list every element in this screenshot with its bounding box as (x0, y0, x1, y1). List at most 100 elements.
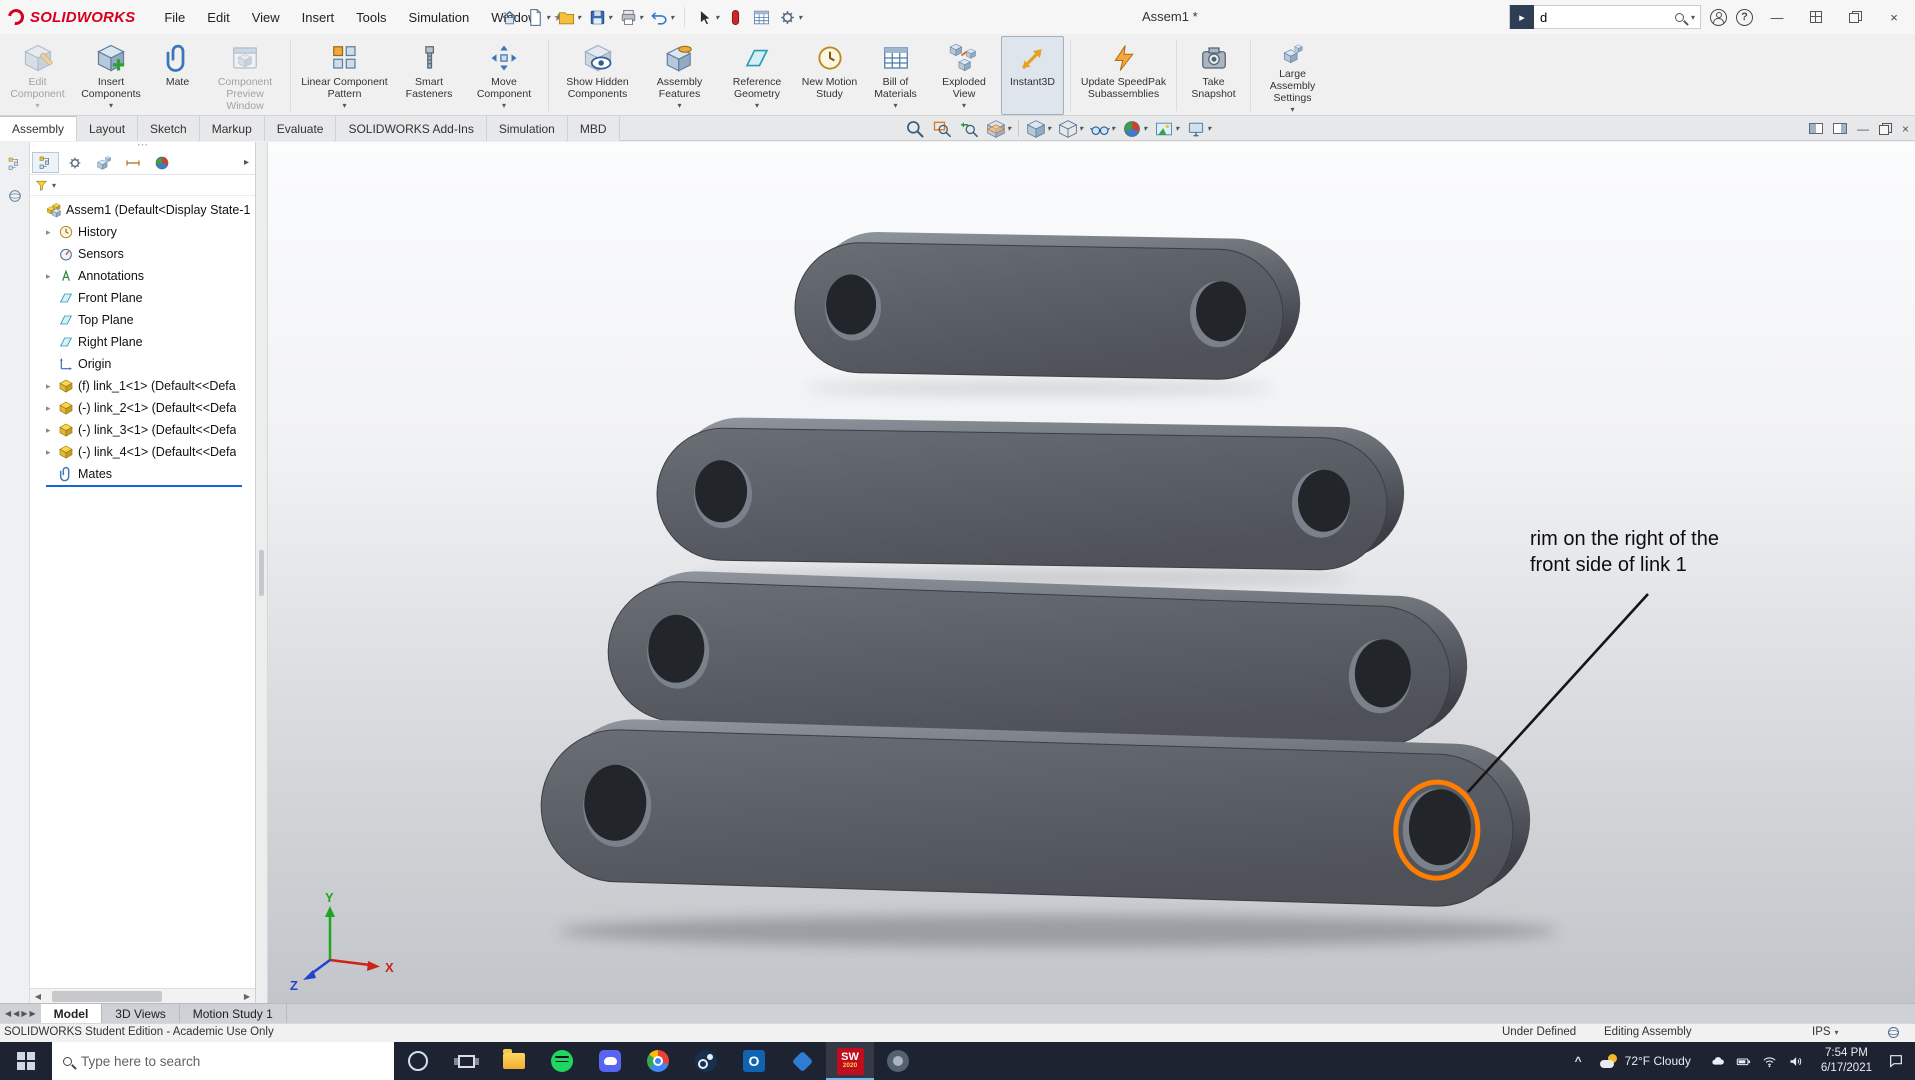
taskbar-spotify-button[interactable] (538, 1042, 586, 1080)
left-rail-display-icon[interactable] (7, 188, 23, 204)
tree-item-assem1[interactable]: Assem1 (Default<Display State-1 (30, 199, 255, 221)
taskbar-chrome-button[interactable] (634, 1042, 682, 1080)
dropdown-caret-icon[interactable]: ▾ (109, 101, 113, 110)
link-4-part[interactable] (794, 231, 1301, 381)
tree-item-link1[interactable]: ▸(f) link_1<1> (Default<<Defa (30, 375, 255, 397)
dropdown-caret-icon[interactable]: ▾ (35, 101, 39, 110)
ribbon-linear-component-pattern[interactable]: Linear Component Pattern▾ (297, 36, 392, 115)
scrollbar-track[interactable] (46, 989, 239, 1003)
pane-left-icon[interactable] (1809, 123, 1823, 134)
dropdown-caret-icon[interactable]: ▾ (1207, 124, 1211, 133)
taskbar-search[interactable] (52, 1042, 394, 1080)
tree-item-annotations[interactable]: ▸Annotations (30, 265, 255, 287)
command-search-box[interactable]: ▸ ▾ (1509, 5, 1701, 29)
filter-funnel-icon[interactable] (35, 179, 48, 192)
qat-save-button[interactable]: ▾ (588, 8, 612, 27)
tree-item-sensors[interactable]: Sensors (30, 243, 255, 265)
doc-close-button[interactable]: × (1902, 122, 1909, 136)
tab-markup[interactable]: Markup (200, 116, 265, 141)
restore-button[interactable] (1840, 4, 1870, 30)
tab-scroll-last-icon[interactable]: ▶ (29, 1009, 35, 1018)
search-commands-icon[interactable]: ▸ (1510, 5, 1534, 29)
panel-tab-propertymanager[interactable] (61, 152, 88, 173)
taskbar-task-view-button[interactable] (442, 1042, 490, 1080)
hud-zoom-area-button[interactable] (932, 119, 952, 139)
minimize-button[interactable]: — (1762, 4, 1792, 30)
qat-select-button[interactable]: ▾ (695, 8, 719, 27)
ribbon-edit-component[interactable]: Edit Component▾ (6, 36, 69, 115)
user-account-icon[interactable] (1710, 9, 1727, 26)
ribbon-reference-geometry[interactable]: Reference Geometry▾ (719, 36, 795, 115)
link-1-part[interactable] (539, 717, 1532, 909)
hud-edit-appearance-button[interactable]: ▾ (1122, 119, 1147, 139)
dropdown-caret-icon[interactable]: ▾ (670, 13, 674, 22)
expand-arrow-icon[interactable]: ▸ (46, 425, 57, 436)
taskbar-cortana-button[interactable] (394, 1042, 442, 1080)
hud-apply-scene-button[interactable]: ▾ (1154, 119, 1179, 139)
ribbon-new-motion-study[interactable]: New Motion Study (799, 36, 860, 115)
tab-assembly[interactable]: Assembly (0, 116, 77, 141)
ribbon-update-speedpak[interactable]: Update SpeedPak Subassemblies (1077, 36, 1170, 115)
tray-expand-button[interactable]: ^ (1566, 1054, 1591, 1068)
command-search-input[interactable] (1534, 10, 1675, 25)
ribbon-show-hidden-components[interactable]: Show Hidden Components (555, 36, 640, 115)
tree-item-link3[interactable]: ▸(-) link_3<1> (Default<<Defa (30, 419, 255, 441)
tab-simulation[interactable]: Simulation (487, 116, 568, 141)
units-selector[interactable]: IPS ▾ (1812, 1026, 1839, 1038)
tree-item-link4[interactable]: ▸(-) link_4<1> (Default<<Defa (30, 441, 255, 463)
ribbon-insert-components[interactable]: Insert Components▾ (73, 36, 149, 115)
dropdown-caret-icon[interactable]: ▾ (502, 101, 506, 110)
scrollbar-thumb[interactable] (52, 991, 162, 1002)
pane-right-icon[interactable] (1833, 123, 1847, 134)
dropdown-caret-icon[interactable]: ▾ (1111, 124, 1115, 133)
tray-weather-button[interactable]: 72°F Cloudy (1591, 1054, 1700, 1068)
dropdown-caret-icon[interactable]: ▾ (546, 13, 550, 22)
dropdown-caret-icon[interactable]: ▾ (639, 13, 643, 22)
panel-tab-configurationmanager[interactable] (90, 152, 117, 173)
menu-simulation[interactable]: Simulation (400, 7, 479, 28)
hud-zoom-fit-button[interactable] (905, 119, 925, 139)
dropdown-caret-icon[interactable]: ▾ (798, 13, 802, 22)
taskbar-solidworks-button[interactable]: SW 2020 (826, 1042, 874, 1080)
scroll-left-icon[interactable]: ◀ (30, 992, 46, 1001)
ribbon-smart-fasteners[interactable]: Smart Fasteners (396, 36, 462, 115)
tab-scroll-next-icon[interactable]: ▶ (21, 1009, 27, 1018)
tree-item-top-plane[interactable]: Top Plane (30, 309, 255, 331)
tree-item-front-plane[interactable]: Front Plane (30, 287, 255, 309)
graphics-area[interactable]: Y X Z rim on the right of the front side… (268, 142, 1915, 1003)
taskbar-discord-button[interactable] (586, 1042, 634, 1080)
qat-red-capsule-button[interactable] (726, 8, 745, 27)
left-rail-tree-icon[interactable] (7, 156, 23, 172)
menu-edit[interactable]: Edit (198, 7, 238, 28)
panel-tab-featuremanager[interactable] (32, 152, 59, 173)
dropdown-caret-icon[interactable]: ▾ (715, 13, 719, 22)
qat-print-button[interactable]: ▾ (619, 8, 643, 27)
tab-scroll-first-icon[interactable]: ◀ (5, 1009, 11, 1018)
dropdown-caret-icon[interactable]: ▾ (1290, 105, 1294, 114)
tab-layout[interactable]: Layout (77, 116, 138, 141)
wifi-icon[interactable] (1762, 1054, 1777, 1069)
dropdown-caret-icon[interactable]: ▾ (1143, 124, 1147, 133)
search-icon[interactable] (1675, 13, 1684, 22)
qat-open-button[interactable]: ▾ (557, 8, 581, 27)
volume-icon[interactable] (1788, 1054, 1803, 1069)
tab-scroll-prev-icon[interactable]: ◀ (13, 1009, 19, 1018)
panel-splitter[interactable] (256, 142, 268, 1003)
dropdown-caret-icon[interactable]: ▾ (755, 101, 759, 110)
dropdown-caret-icon[interactable]: ▾ (577, 13, 581, 22)
tab-sketch[interactable]: Sketch (138, 116, 200, 141)
status-sphere-icon[interactable] (1886, 1025, 1901, 1040)
tree-item-mates[interactable]: Mates (30, 463, 255, 485)
qat-new-button[interactable]: ▾ (526, 8, 550, 27)
panel-grip[interactable]: ⋯ (30, 142, 255, 151)
filter-caret-icon[interactable]: ▾ (52, 181, 56, 190)
expand-arrow-icon[interactable]: ▸ (46, 403, 57, 414)
dropdown-caret-icon[interactable]: ▾ (1047, 124, 1051, 133)
ribbon-take-snapshot[interactable]: Take Snapshot (1183, 36, 1244, 115)
taskbar-clock[interactable]: 7:54 PM 6/17/2021 (1813, 1046, 1880, 1076)
qat-options-button[interactable]: ▾ (778, 8, 802, 27)
link-3-part[interactable] (656, 416, 1405, 571)
ribbon-move-component[interactable]: Move Component▾ (466, 36, 542, 115)
tab-solidworks-add-ins[interactable]: SOLIDWORKS Add-Ins (336, 116, 486, 141)
hud-display-style-button[interactable]: ▾ (1058, 119, 1083, 139)
